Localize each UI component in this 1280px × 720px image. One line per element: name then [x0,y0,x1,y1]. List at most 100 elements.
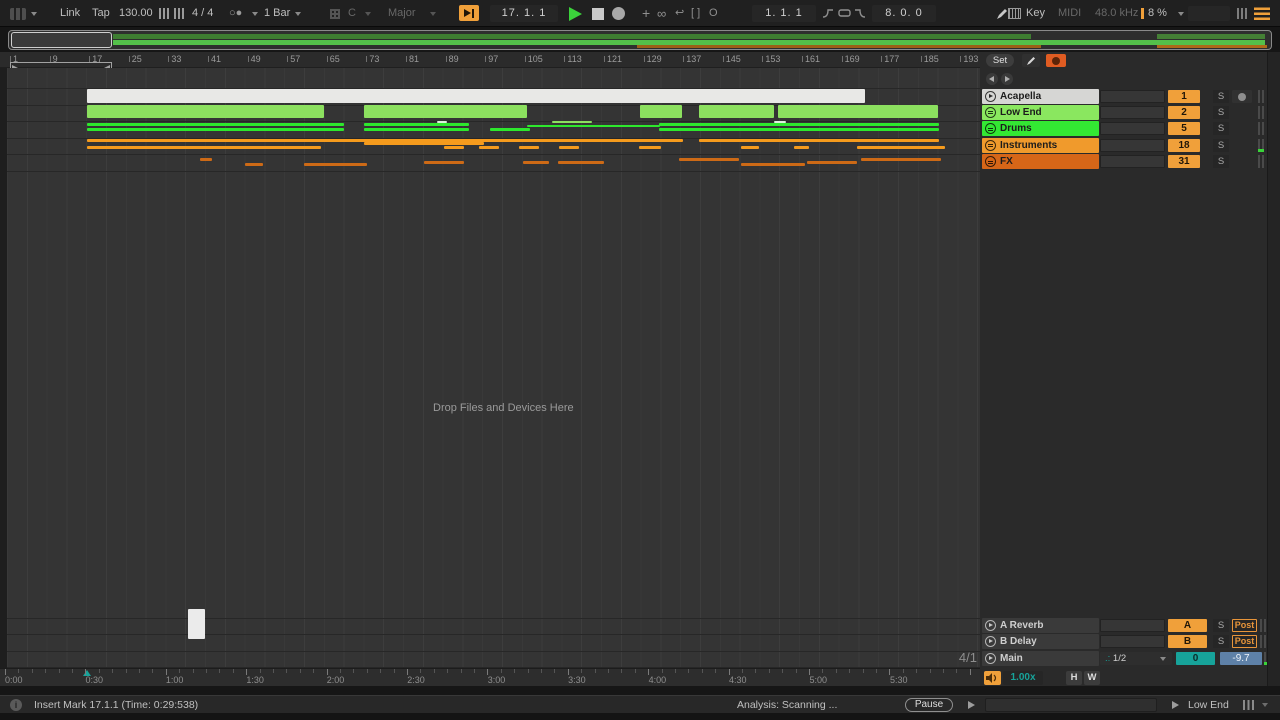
prev-marker-button[interactable] [986,73,998,85]
clip-instruments[interactable] [857,146,945,149]
hamburger-menu-icon[interactable] [1254,7,1270,20]
track-solo-button[interactable]: S [1213,90,1229,103]
return-b-activator[interactable]: B [1168,635,1207,648]
track-activator[interactable]: 31 [1168,155,1200,168]
nudge-down-icon[interactable] [159,8,170,19]
return-a-post-toggle[interactable]: Post [1232,619,1257,632]
capture-loop-icon[interactable]: O [709,0,718,27]
track-activator[interactable]: 18 [1168,139,1200,152]
group-track-icon[interactable] [985,140,996,151]
track-mixer-slot[interactable] [1100,106,1165,119]
clip-low-end[interactable] [778,105,938,118]
clip-instruments[interactable] [741,146,759,149]
track-mixer-slot[interactable] [1100,139,1165,152]
main-track-name[interactable]: Main [982,651,1099,666]
set-locator-button[interactable]: Set [986,54,1014,67]
stop-button[interactable] [592,8,604,20]
clip-instruments[interactable] [444,146,464,149]
clip-fx[interactable] [424,161,464,164]
track-solo-button[interactable]: S [1213,155,1229,168]
track-mixer-slot[interactable] [1100,90,1165,103]
scale-root-field[interactable]: C [348,0,356,27]
clip-drums[interactable] [774,121,786,123]
cpu-caret-icon[interactable] [1178,12,1184,16]
output-play-icon[interactable] [1172,701,1179,709]
track-header-acapella[interactable]: Acapella1S [980,89,1267,104]
unfold-track-icon[interactable] [985,653,996,664]
output-track-name[interactable]: Low End [1188,696,1229,714]
clip-instruments[interactable] [479,146,499,149]
arrangement-position-display[interactable]: 17. 1. 1 [490,5,558,22]
overdub-plus-icon[interactable]: + [642,0,650,27]
time-signature-field[interactable]: 4 / 4 [192,0,213,27]
clip-instruments[interactable] [559,146,579,149]
resume-arrow-icon[interactable] [968,701,975,709]
return-a-solo-button[interactable]: S [1213,619,1229,632]
control-surface-icon[interactable] [10,8,26,20]
clip-fx[interactable] [741,163,805,166]
clip-low-end[interactable] [87,105,324,118]
track-name-acapella[interactable]: Acapella [982,89,1099,104]
clip-drums[interactable] [490,128,530,131]
zoom-level-field[interactable]: 1.00x [1003,671,1043,685]
arrangement-canvas[interactable]: Drop Files and Devices Here 4/1 [7,68,980,668]
clip-fx[interactable] [807,161,857,164]
track-activator[interactable]: 2 [1168,106,1200,119]
time-ruler[interactable]: 0:000:301:001:302:002:303:003:304:004:30… [0,668,980,686]
return-b-solo-button[interactable]: S [1213,635,1229,648]
clip-low-end[interactable] [699,105,774,118]
loop-length-display[interactable]: 8. 0. 0 [872,5,936,22]
clip-instruments[interactable] [639,146,661,149]
return-b-name[interactable]: B Delay [982,634,1099,649]
clip-acapella[interactable] [87,89,865,103]
control-surface-caret-icon[interactable] [31,12,37,16]
re-enable-automation-icon[interactable]: ↩ [675,0,684,27]
output-caret-icon[interactable] [1262,703,1268,707]
automation-arm-icon[interactable]: ∞ [657,0,666,27]
pause-analysis-button[interactable]: Pause [905,698,953,712]
return-b-post-toggle[interactable]: Post [1232,635,1257,648]
track-name-low-end[interactable]: Low End [982,105,1099,120]
track-header-low-end[interactable]: Low End2S [980,105,1267,120]
tap-tempo-button[interactable]: Tap [92,0,110,27]
routing-caret-icon[interactable] [1160,657,1166,661]
drag-ghost-clip[interactable] [188,609,205,639]
quantization-caret-icon[interactable] [295,12,301,16]
right-scrollbar[interactable] [1267,52,1280,686]
quantization-menu[interactable]: 1 Bar [264,0,290,27]
automation-pencil-button[interactable] [1022,54,1040,67]
draw-mode-pencil-icon[interactable] [996,8,1008,20]
clip-fx[interactable] [245,163,263,166]
clip-drums[interactable] [87,123,344,126]
clip-drums[interactable] [527,125,660,127]
clip-drums[interactable] [659,128,939,131]
cpu-load-value[interactable]: 8 % [1148,0,1167,27]
clip-fx[interactable] [304,163,367,166]
track-header-drums[interactable]: Drums5S [980,121,1267,136]
return-a-name[interactable]: A Reverb [982,618,1099,633]
clip-low-end[interactable] [364,105,527,118]
return-b-mixer-slot[interactable] [1100,635,1165,648]
group-track-icon[interactable] [985,123,996,134]
track-mixer-slot[interactable] [1100,155,1165,168]
unfold-track-icon[interactable] [985,636,996,647]
return-a-activator[interactable]: A [1168,619,1207,632]
clip-fx[interactable] [523,161,549,164]
track-name-fx[interactable]: FX [982,154,1099,169]
track-solo-button[interactable]: S [1213,122,1229,135]
zoom-width-button[interactable]: W [1084,671,1100,685]
scale-name-field[interactable]: Major [388,0,416,27]
follow-button[interactable] [459,5,479,21]
track-header-instruments[interactable]: Instruments18S [980,138,1267,153]
overview-viewport-box[interactable] [11,32,112,48]
group-track-icon[interactable] [985,107,996,118]
nudge-up-icon[interactable] [174,8,185,19]
scale-root-caret-icon[interactable] [365,12,371,16]
track-header-fx[interactable]: FX 31 S [980,154,1267,169]
clip-instruments[interactable] [794,146,809,149]
main-pan-knob[interactable]: 0 [1176,652,1215,665]
arrangement-overview[interactable] [8,30,1272,50]
clip-instruments[interactable] [87,146,321,149]
unfold-track-icon[interactable] [985,620,996,631]
clip-drums[interactable] [437,121,447,123]
